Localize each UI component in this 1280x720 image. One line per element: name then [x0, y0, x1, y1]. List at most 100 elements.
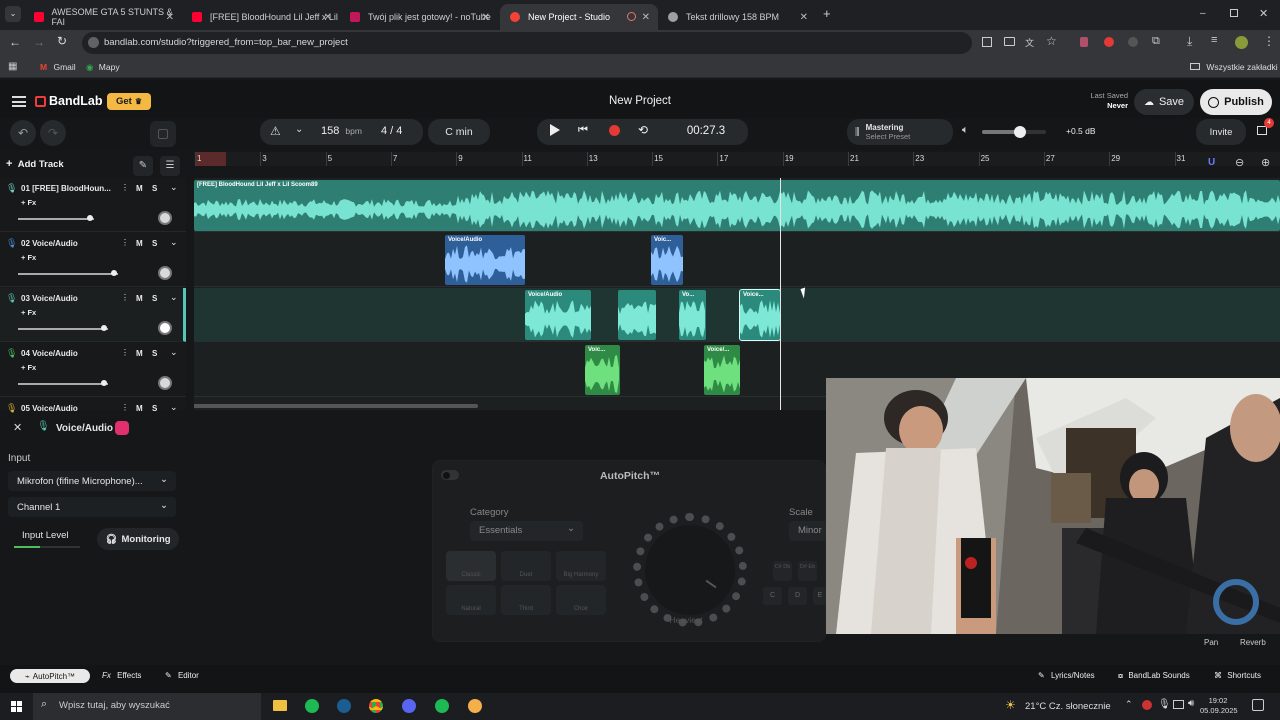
speaker-icon[interactable]: 🔈︎ — [962, 124, 969, 137]
close-tab-icon[interactable]: ✕ — [800, 12, 808, 23]
track-volume-slider[interactable] — [18, 383, 108, 385]
scale-select[interactable]: Minor — [789, 521, 827, 541]
profile-avatar[interactable] — [1235, 36, 1248, 49]
instagram-icon[interactable] — [115, 421, 129, 435]
voice-clip[interactable]: Voice/Audio — [445, 235, 525, 285]
add-fx-button[interactable]: + Fx — [21, 308, 36, 317]
track-volume-handle[interactable] — [101, 380, 107, 386]
chevron-down-icon[interactable]: ⌄ — [170, 347, 178, 358]
browser-tab-1[interactable]: AWESOME GTA 5 STUNTS & FAI ✕ — [24, 4, 182, 30]
track-menu-icon[interactable]: ⋮ — [121, 293, 129, 302]
new-tab-icon[interactable]: + — [823, 6, 831, 21]
browser-tab-3[interactable]: Twój plik jest gotowy! - noTube ✕ — [340, 4, 498, 30]
extension-grey-icon[interactable] — [1128, 37, 1138, 47]
close-tab-icon[interactable]: ✕ — [166, 12, 174, 23]
reload-icon[interactable]: ↻ — [57, 34, 67, 48]
solo-button[interactable]: S — [152, 184, 157, 193]
solo-button[interactable]: S — [152, 349, 157, 358]
notifications-icon[interactable] — [1252, 699, 1264, 711]
spotify-icon-2[interactable] — [435, 699, 449, 713]
mute-button[interactable]: M — [136, 404, 143, 413]
bookmark-gmail[interactable]: M Gmail — [40, 62, 76, 72]
hamburger-menu-icon[interactable] — [12, 96, 26, 107]
master-volume-handle[interactable] — [1014, 126, 1027, 138]
tray-chevron-icon[interactable]: ⌃ — [1125, 699, 1133, 710]
note-sharp-d[interactable]: D# Eb — [798, 561, 817, 581]
note-d[interactable]: D — [788, 587, 807, 605]
horizontal-scrollbar[interactable] — [194, 404, 478, 408]
close-window-icon[interactable]: ✕ — [1259, 7, 1268, 20]
playhead[interactable] — [780, 178, 781, 410]
close-tab-icon[interactable]: ✕ — [642, 12, 650, 23]
add-track-button[interactable]: + Add Track — [6, 158, 81, 174]
record-icon[interactable] — [609, 125, 620, 136]
track-name[interactable]: [FREE] BloodHoun... — [32, 184, 111, 193]
tab-search-button[interactable]: ⌄ — [5, 6, 21, 22]
track-volume-slider[interactable] — [18, 218, 94, 220]
browser-menu-icon[interactable]: ⋮ — [1263, 34, 1275, 48]
voice-clip[interactable]: Voic... — [651, 235, 683, 285]
tray-app-icon[interactable] — [1142, 700, 1152, 710]
translate-icon[interactable]: 文 — [1025, 36, 1034, 49]
play-icon[interactable] — [550, 124, 560, 136]
all-bookmarks[interactable]: Wszystkie zakładki — [1190, 62, 1278, 72]
download-icon[interactable]: ⤓ — [1187, 34, 1192, 49]
skip-to-start-icon[interactable]: ⏮ — [578, 124, 588, 137]
metronome-icon[interactable]: ⚠ — [270, 124, 281, 138]
solo-button[interactable]: S — [152, 404, 157, 413]
mute-button[interactable]: M — [136, 349, 143, 358]
track-name[interactable]: Voice/Audio — [32, 294, 78, 303]
monitoring-button[interactable]: 🎧︎ Monitoring — [97, 528, 179, 550]
windows-start-icon[interactable] — [11, 701, 22, 712]
master-volume-slider[interactable] — [982, 126, 1046, 138]
spotify-icon[interactable] — [305, 699, 319, 713]
loop-icon[interactable]: ⟲ — [638, 123, 648, 137]
mute-button[interactable]: M — [136, 294, 143, 303]
pencil-tool-icon[interactable]: ✎ — [133, 156, 153, 176]
reverb-label[interactable]: Reverb — [1240, 638, 1266, 647]
mute-button[interactable]: M — [136, 184, 143, 193]
browser-tab-2[interactable]: [FREE] BloodHound Lil Jeff x Lil ✕ — [182, 4, 340, 30]
track-menu-icon[interactable]: ⋮ — [121, 403, 129, 412]
track-header-5[interactable]: 🎙︎ 05 Voice/Audio ⋮ M S ⌄ — [0, 398, 186, 413]
chevron-down-icon[interactable]: ⌄ — [170, 402, 178, 413]
note-e[interactable]: E — [813, 587, 827, 605]
solo-button[interactable]: S — [152, 294, 157, 303]
close-tab-icon[interactable]: ✕ — [324, 12, 332, 23]
cast-icon[interactable] — [1004, 37, 1015, 46]
channel-select[interactable]: Channel 1 ⌄ — [8, 497, 176, 517]
zoom-out-icon[interactable]: ⊖ — [1235, 156, 1244, 169]
track-volume-handle[interactable] — [111, 270, 117, 276]
voice-clip[interactable]: Voice/... — [704, 345, 740, 395]
editor-tab[interactable]: ✎ Editor — [165, 671, 199, 680]
settings-button[interactable] — [150, 121, 176, 147]
invite-button[interactable]: Invite — [1196, 119, 1246, 145]
pan-knob[interactable] — [158, 211, 172, 225]
extension-red-icon[interactable] — [1104, 37, 1114, 47]
category-select[interactable]: Essentials ⌄ — [470, 521, 583, 541]
beat-clip[interactable]: [FREE] BloodHound Lil Jeff x Lil Scoom89 — [194, 180, 1280, 231]
track-volume-slider[interactable] — [18, 273, 118, 275]
clock[interactable]: 19:02 05.09.2025 — [1200, 696, 1238, 716]
autopitch-tab[interactable]: ⌁ AutoPitch™ — [10, 669, 90, 683]
pan-knob[interactable] — [158, 266, 172, 280]
magnet-snap-icon[interactable]: U — [1208, 157, 1215, 168]
track-name[interactable]: Voice/Audio — [32, 239, 78, 248]
site-info-icon[interactable] — [88, 37, 99, 48]
pan-knob[interactable] — [158, 321, 172, 335]
track-volume-handle[interactable] — [101, 325, 107, 331]
discord-icon[interactable] — [402, 699, 416, 713]
time-signature[interactable]: 4 / 4 — [381, 125, 402, 137]
pan-knob[interactable] — [158, 376, 172, 390]
voice-clip[interactable] — [618, 290, 656, 340]
install-icon[interactable] — [982, 37, 992, 47]
add-fx-button[interactable]: + Fx — [21, 198, 36, 207]
bookmark-maps[interactable]: ◉ Mapy — [86, 62, 120, 73]
extension-icon[interactable] — [1080, 37, 1088, 47]
mute-button[interactable]: M — [136, 239, 143, 248]
taskbar-search[interactable]: ⌕ Wpisz tutaj, aby wyszukać — [33, 693, 261, 720]
track-menu-icon[interactable]: ⋮ — [121, 183, 129, 192]
track-volume-handle[interactable] — [87, 215, 93, 221]
voice-clip-selected[interactable]: Voice... — [739, 289, 781, 341]
bandlab-logo[interactable]: BandLab — [35, 94, 102, 108]
